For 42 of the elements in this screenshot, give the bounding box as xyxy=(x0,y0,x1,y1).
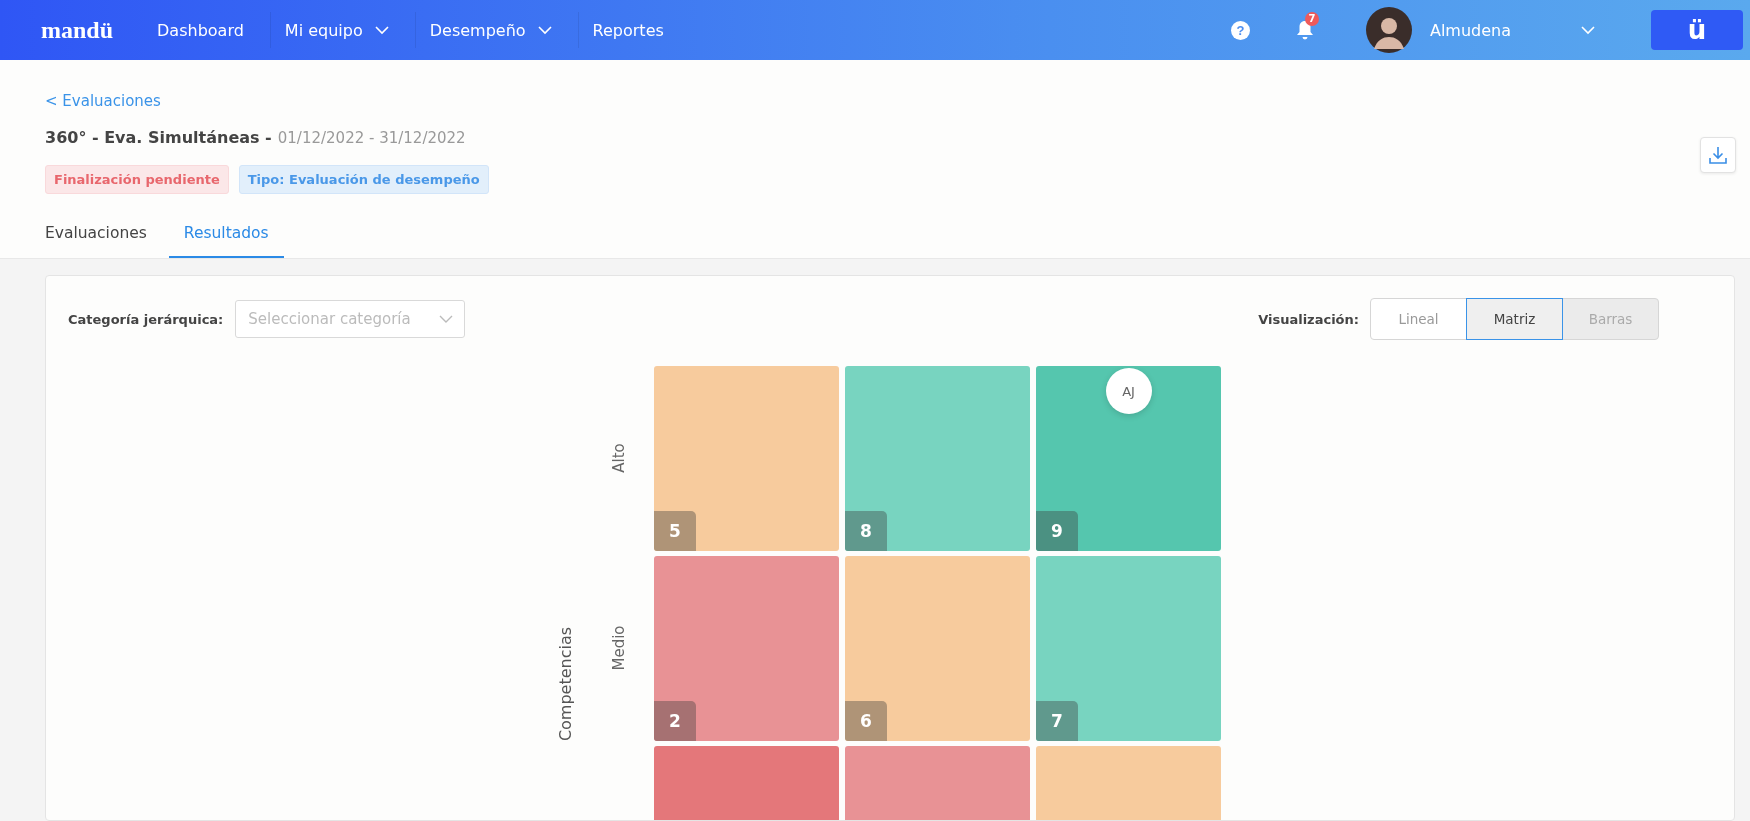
cell-number: 5 xyxy=(654,511,696,551)
help-icon[interactable]: ? xyxy=(1230,20,1250,40)
nav-link[interactable]: Mi equipo xyxy=(270,12,416,48)
cell-number: 2 xyxy=(654,701,696,741)
category-select[interactable]: Seleccionar categoría xyxy=(235,300,466,338)
filter-label: Categoría jerárquica: xyxy=(68,311,224,327)
logo[interactable]: mandü xyxy=(41,16,114,44)
matrix-cell[interactable]: 8 xyxy=(845,366,1030,551)
evaluation-title: 360° - Eva. Simultáneas - xyxy=(45,128,272,147)
chevron-down-icon[interactable] xyxy=(1581,25,1595,35)
matrix-cell[interactable]: 5 xyxy=(654,366,839,551)
person-avatar[interactable]: AJ xyxy=(1105,368,1152,414)
nav-link[interactable]: Dashboard xyxy=(143,12,271,48)
matrix-cell[interactable]: 2 xyxy=(654,556,839,741)
nav-link[interactable]: Reportes xyxy=(578,12,690,48)
status-tag: Tipo: Evaluación de desempeño xyxy=(238,165,489,194)
cell-number: 6 xyxy=(845,701,887,741)
visualization-label: Visualización: xyxy=(1258,311,1359,327)
matrix-cell[interactable]: 7 xyxy=(1036,556,1221,741)
cell-number: 7 xyxy=(1036,701,1078,741)
nav-link[interactable]: Desempeño xyxy=(415,12,579,48)
date-range: 01/12/2022 - 31/12/2022 xyxy=(277,129,466,147)
view-option[interactable]: Lineal xyxy=(1370,298,1467,340)
download-button[interactable] xyxy=(1700,137,1736,173)
user-avatar[interactable] xyxy=(1365,7,1412,53)
tab[interactable]: Evaluaciones xyxy=(45,218,165,258)
axis-title: Competencias xyxy=(556,626,575,742)
view-option[interactable]: Matriz xyxy=(1466,298,1563,340)
cell-number: 9 xyxy=(1036,511,1078,551)
user-name[interactable]: Almudena xyxy=(1429,20,1511,40)
matrix-cell[interactable]: 6 xyxy=(845,556,1030,741)
axis-label: Medio xyxy=(610,625,628,671)
tab[interactable]: Resultados xyxy=(168,218,284,258)
app-button[interactable]: ü xyxy=(1651,10,1743,50)
download-icon xyxy=(1708,145,1728,165)
status-tag: Finalización pendiente xyxy=(45,165,229,194)
matrix-cell[interactable]: AJ 9 xyxy=(1036,366,1221,551)
cell-number: 8 xyxy=(845,511,887,551)
notification-badge: 7 xyxy=(1304,12,1319,26)
breadcrumb-link[interactable]: < Evaluaciones xyxy=(45,92,489,110)
chevron-down-icon xyxy=(439,315,454,324)
axis-label: Alto xyxy=(610,443,628,473)
